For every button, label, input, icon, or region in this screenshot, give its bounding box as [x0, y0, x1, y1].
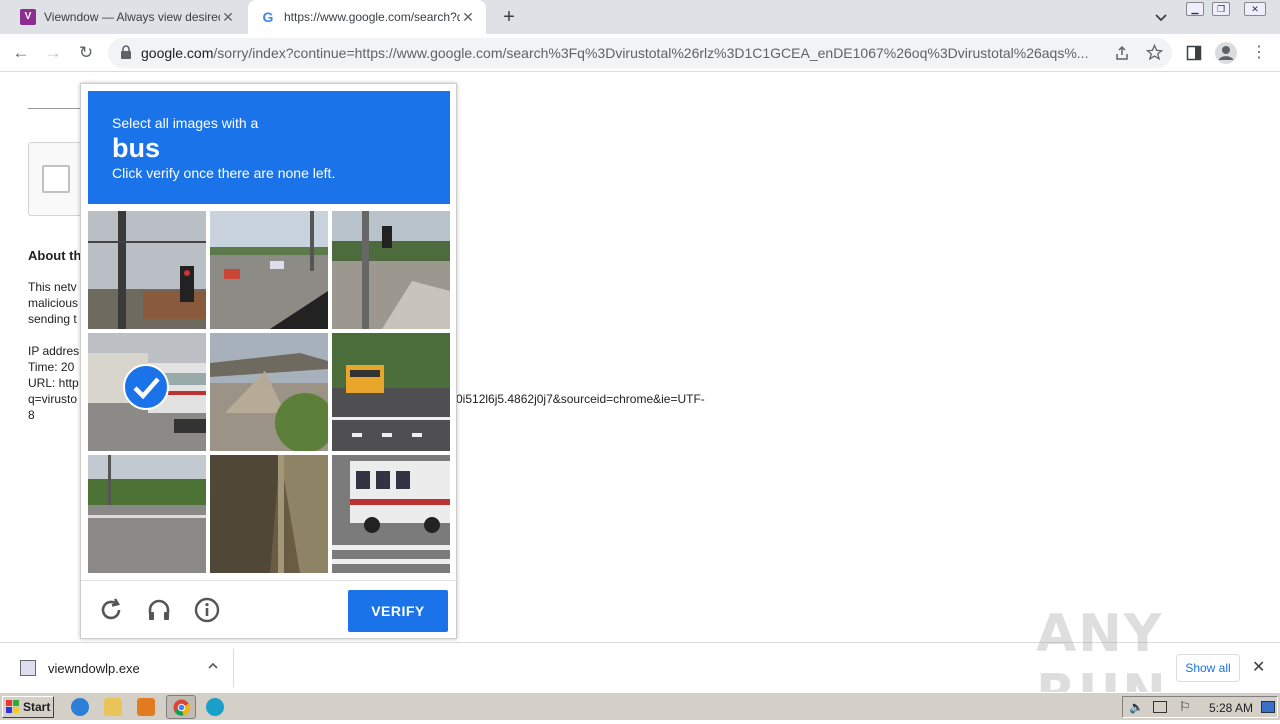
flag-icon[interactable]: ⚐ — [1179, 699, 1191, 715]
forward-arrow-icon[interactable]: → — [42, 42, 64, 64]
query-end: 8 — [28, 408, 35, 422]
address-bar[interactable]: google.com/sorry/index?continue=https://… — [108, 38, 1172, 68]
start-button[interactable]: Start — [2, 696, 54, 718]
tab-search-chevron-icon[interactable] — [1152, 8, 1170, 26]
reload-icon[interactable]: ↻ — [75, 42, 97, 64]
query-tail: 0i512l6j5.4862j0j7&sourceid=chrome&ie=UT… — [456, 392, 705, 406]
tab-viewndow[interactable]: V Viewndow — Always view desired wi ✕ — [8, 0, 246, 34]
close-tab-icon[interactable]: ✕ — [460, 9, 476, 26]
windows-logo-icon — [6, 700, 19, 713]
captcha-tile[interactable] — [210, 455, 328, 573]
chevron-up-icon[interactable] — [206, 659, 220, 673]
taskbar: Start 🔈 ⚐ 5:28 AM — [0, 692, 1280, 720]
ip-address-label: IP addres — [28, 344, 80, 358]
verify-button[interactable]: VERIFY — [348, 590, 448, 632]
tab-google-search[interactable]: G https://www.google.com/search?q= ✕ — [248, 0, 486, 34]
recaptcha-challenge-popup: Select all images with a bus Click verif… — [80, 83, 458, 640]
captcha-tile[interactable] — [210, 211, 328, 329]
recaptcha-checkbox[interactable] — [42, 165, 70, 193]
challenge-target-word: bus — [112, 133, 161, 163]
recaptcha-anchor-box — [28, 142, 88, 216]
info-icon[interactable] — [194, 597, 220, 623]
challenge-header: Select all images with a bus Click verif… — [88, 91, 450, 204]
side-panel-icon[interactable] — [1186, 45, 1202, 61]
viewndow-favicon-icon: V — [20, 9, 36, 25]
chrome-icon — [173, 699, 190, 716]
media-player-icon[interactable] — [137, 698, 155, 716]
browser-toolbar: ← → ↻ google.com/sorry/index?continue=ht… — [0, 34, 1280, 72]
show-desktop-icon[interactable] — [1261, 701, 1275, 713]
start-label: Start — [23, 700, 51, 714]
para-line: sending t — [28, 312, 77, 326]
para-line: This netv — [28, 280, 77, 294]
captcha-tile[interactable] — [88, 455, 206, 573]
exe-file-icon — [20, 660, 36, 676]
bookmark-star-icon[interactable] — [1146, 44, 1163, 61]
close-window-button[interactable]: ✕ — [1244, 2, 1266, 16]
reload-challenge-icon[interactable] — [98, 597, 124, 623]
selected-check-icon — [123, 364, 169, 410]
query-label: q=virusto — [28, 392, 78, 406]
challenge-instruction: Select all images with a — [112, 115, 259, 131]
para-line: malicious — [28, 296, 79, 310]
download-filename: viewndowlp.exe — [48, 661, 140, 676]
time-label: Time: 20 — [28, 360, 75, 374]
captcha-tile[interactable] — [332, 211, 450, 329]
divider — [28, 108, 88, 109]
menu-kebab-icon[interactable]: ⋮ — [1248, 42, 1270, 64]
back-arrow-icon[interactable]: ← — [10, 42, 32, 64]
close-tab-icon[interactable]: ✕ — [220, 9, 236, 26]
challenge-footer: VERIFY — [81, 580, 458, 640]
chrome-taskbar-button[interactable] — [166, 695, 196, 719]
new-tab-button[interactable]: + — [498, 6, 520, 28]
captcha-tile[interactable] — [332, 455, 450, 573]
captcha-tile[interactable] — [88, 333, 206, 451]
captcha-tile[interactable] — [332, 333, 450, 451]
tab-title: https://www.google.com/search?q= — [284, 10, 460, 24]
lock-icon — [121, 45, 131, 59]
minimize-button[interactable]: ▁ — [1186, 2, 1204, 16]
folder-icon[interactable] — [104, 698, 122, 716]
internet-explorer-icon[interactable] — [71, 698, 89, 716]
about-heading: About th — [28, 248, 82, 263]
audio-challenge-icon[interactable] — [146, 597, 172, 623]
volume-icon[interactable]: 🔈 — [1129, 700, 1144, 714]
challenge-hint: Click verify once there are none left. — [112, 165, 336, 181]
url-text: google.com/sorry/index?continue=https://… — [141, 45, 1089, 61]
url-label: URL: http — [28, 376, 79, 390]
tab-title: Viewndow — Always view desired wi — [44, 10, 220, 24]
google-favicon-icon: G — [262, 9, 274, 25]
share-icon[interactable] — [1114, 45, 1130, 61]
restore-button[interactable]: ❐ — [1212, 2, 1230, 16]
tab-strip: V Viewndow — Always view desired wi ✕ G … — [0, 0, 1280, 34]
captcha-tile[interactable] — [88, 211, 206, 329]
download-item[interactable]: viewndowlp.exe — [12, 649, 234, 687]
network-icon[interactable] — [1153, 701, 1167, 713]
clock: 5:28 AM — [1209, 701, 1254, 715]
system-tray: 🔈 ⚐ 5:28 AM — [1122, 696, 1278, 718]
profile-avatar-icon[interactable] — [1214, 41, 1238, 65]
captcha-tile[interactable] — [210, 333, 328, 451]
edge-icon[interactable] — [206, 698, 224, 716]
